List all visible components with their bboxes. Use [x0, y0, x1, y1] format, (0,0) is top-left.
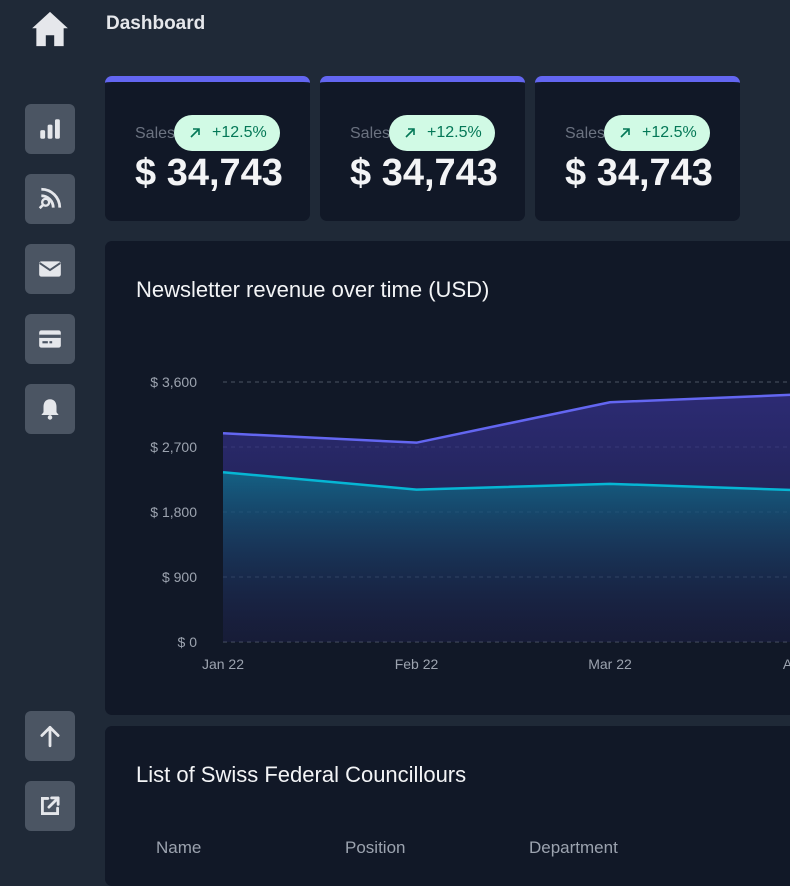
sidebar-item-analytics[interactable] [25, 104, 75, 154]
x-tick-label: Mar 22 [588, 656, 632, 672]
change-value: +12.5% [642, 124, 697, 141]
x-tick-label: Jan 22 [202, 656, 244, 672]
credit-card-icon [39, 330, 61, 348]
sidebar-item-notifications[interactable] [25, 384, 75, 434]
change-value: +12.5% [212, 124, 267, 141]
x-tick-label: Feb 22 [395, 656, 439, 672]
scroll-top-button[interactable] [25, 711, 75, 761]
revenue-chart: $ 0 $ 900 $ 1,800 $ 2,700 $ 3,600 Jan 22 Feb 2… [150, 374, 790, 672]
kpi-card: Sales +12.5% $ 34,743 [320, 76, 525, 221]
kpi-label: Sales [135, 125, 176, 142]
series-area [223, 472, 790, 642]
kpi-label: Sales [565, 125, 606, 142]
kpi-label: Sales [350, 125, 391, 142]
external-link-icon [41, 796, 60, 815]
sidebar-item-feeds[interactable] [25, 174, 75, 224]
x-tick-label: Apr 22 [783, 656, 790, 672]
trend-up-icon [620, 128, 630, 138]
kpi-value: $ 34,743 [350, 152, 498, 194]
y-tick-label: $ 1,800 [150, 504, 197, 520]
bell-icon [41, 399, 59, 420]
change-value: +12.5% [427, 124, 482, 141]
chart-panel: Newsletter revenue over time (USD) $ 0 $ … [105, 241, 790, 715]
column-header-name[interactable]: Name [156, 838, 201, 858]
y-tick-label: $ 3,600 [150, 374, 197, 390]
column-header-department[interactable]: Department [529, 838, 618, 858]
mail-icon [39, 261, 61, 277]
column-header-position[interactable]: Position [345, 838, 405, 858]
kpi-value: $ 34,743 [135, 152, 283, 194]
kpi-value: $ 34,743 [565, 152, 713, 194]
table-panel: List of Swiss Federal Councillours [105, 726, 790, 886]
table-title: List of Swiss Federal Councillours [136, 762, 467, 787]
change-badge: +12.5% [604, 115, 710, 151]
home-icon[interactable] [29, 8, 71, 50]
arrow-up-icon [40, 725, 60, 748]
change-badge: +12.5% [389, 115, 495, 151]
kpi-card: Sales +12.5% $ 34,743 [535, 76, 740, 221]
kpi-card: Sales +12.5% $ 34,743 [105, 76, 310, 221]
sidebar-item-billing[interactable] [25, 314, 75, 364]
open-external-button[interactable] [25, 781, 75, 831]
trend-up-icon [190, 128, 200, 138]
trend-up-icon [405, 128, 415, 138]
y-tick-label: $ 2,700 [150, 439, 197, 455]
change-badge: +12.5% [174, 115, 280, 151]
y-tick-label: $ 0 [178, 634, 198, 650]
page-title: Dashboard [106, 13, 206, 34]
rss-search-icon [38, 187, 62, 210]
sidebar-item-mail[interactable] [25, 244, 75, 294]
y-tick-label: $ 900 [162, 569, 197, 585]
bar-chart-icon [40, 119, 60, 139]
